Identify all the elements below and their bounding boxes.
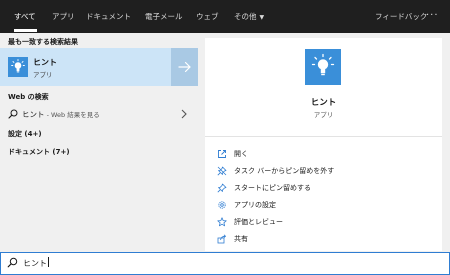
chevron-right-icon <box>181 109 187 119</box>
action-app-settings-label: アプリの設定 <box>234 201 276 209</box>
search-icon <box>8 109 18 119</box>
action-rate-review[interactable]: 評価とレビュー <box>205 214 442 230</box>
feedback-button[interactable]: フィードバック <box>375 0 427 33</box>
documents-group-heading[interactable]: ドキュメント (7+) <box>8 147 70 157</box>
star-icon <box>217 217 227 227</box>
action-unpin-taskbar[interactable]: タスク バーからピン留めを外す <box>205 163 442 179</box>
more-options-button[interactable]: ··· <box>426 0 439 33</box>
action-share-label: 共有 <box>234 235 248 243</box>
best-match-open[interactable]: ヒント アプリ <box>0 48 170 86</box>
search-input-value: ヒント <box>23 259 47 268</box>
tab-email[interactable]: 電子メール <box>145 0 183 33</box>
action-open[interactable]: 開く <box>205 146 442 162</box>
best-match-heading: 最も一致する検索結果 <box>8 38 78 46</box>
settings-group-heading[interactable]: 設定 (4+) <box>8 129 42 139</box>
search-filter-bar: すべて アプリ ドキュメント 電子メール ウェブ その他 ▼ フィードバック ··… <box>0 0 450 33</box>
action-open-label: 開く <box>234 150 248 158</box>
preview-panel: ヒント アプリ 開く タスク バーからピン留めを外す スタートにピン留めする ア… <box>205 38 442 251</box>
search-box[interactable]: ヒント <box>0 252 450 275</box>
tab-documents[interactable]: ドキュメント <box>86 0 131 33</box>
action-unpin-taskbar-label: タスク バーからピン留めを外す <box>234 167 335 175</box>
action-app-settings[interactable]: アプリの設定 <box>205 197 442 213</box>
action-pin-start[interactable]: スタートにピン留めする <box>205 180 442 196</box>
tab-web[interactable]: ウェブ <box>196 0 219 33</box>
web-search-heading: Web の検索 <box>8 93 49 101</box>
preview-title: ヒント <box>310 98 337 108</box>
action-share[interactable]: 共有 <box>205 231 442 247</box>
best-match-title: ヒント <box>33 58 57 67</box>
open-details-button[interactable] <box>171 48 198 86</box>
tab-more[interactable]: その他 ▼ <box>234 0 264 33</box>
unpin-icon <box>217 166 227 176</box>
pin-icon <box>217 183 227 193</box>
web-search-query: ヒント <box>22 110 45 119</box>
tab-more-label: その他 <box>234 12 257 21</box>
action-pin-start-label: スタートにピン留めする <box>234 184 311 192</box>
web-search-suffix: - Web 結果を見る <box>44 111 100 119</box>
web-search-result[interactable]: ヒント - Web 結果を見る <box>0 105 198 123</box>
share-icon <box>217 234 227 244</box>
lightbulb-icon <box>8 57 28 77</box>
lightbulb-icon <box>305 49 341 85</box>
best-match-result: ヒント アプリ <box>0 48 198 86</box>
divider <box>205 136 442 137</box>
web-search-text: ヒント - Web 結果を見る <box>22 109 100 120</box>
tab-active-indicator <box>14 29 37 32</box>
gear-icon <box>218 201 226 209</box>
tab-apps[interactable]: アプリ <box>52 0 75 33</box>
best-match-subtitle: アプリ <box>33 71 53 79</box>
open-icon <box>218 150 226 158</box>
search-icon <box>7 257 18 268</box>
results-panel: 最も一致する検索結果 ヒント アプリ Web の検索 ヒント - Web 結果を… <box>0 33 198 252</box>
search-input[interactable]: ヒント <box>23 257 49 269</box>
arrow-right-icon <box>178 61 191 73</box>
text-cursor <box>48 257 49 267</box>
action-rate-review-label: 評価とレビュー <box>234 218 283 226</box>
preview-subtitle: アプリ <box>313 111 334 119</box>
chevron-down-icon: ▼ <box>259 14 265 21</box>
